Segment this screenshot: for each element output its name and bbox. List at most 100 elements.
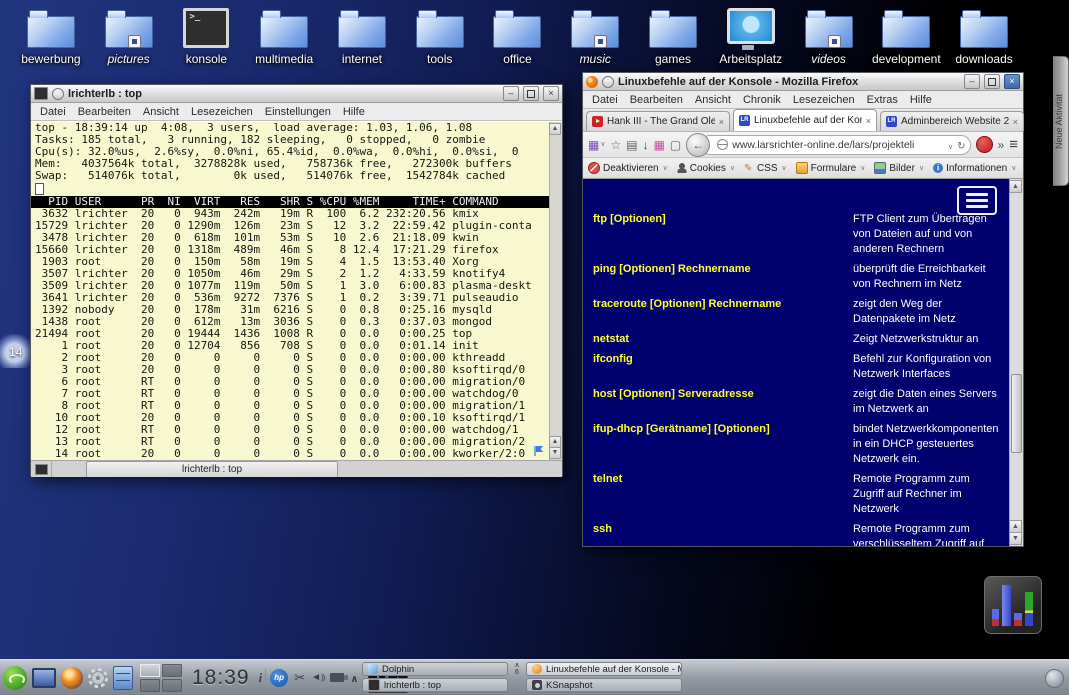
konsole-titlebar[interactable]: lrichterlb : top – × <box>31 85 562 103</box>
browser-tab[interactable]: Hank III - The Grand Ole ... × <box>586 111 730 131</box>
firefox-titlebar[interactable]: Linuxbefehle auf der Konsole - Mozilla F… <box>583 73 1023 91</box>
scroll-down-icon[interactable]: ▼ <box>1009 532 1022 545</box>
page-scrollbar[interactable]: ▲ ▲ ▼ <box>1009 179 1023 546</box>
usb-device-icon[interactable] <box>330 673 344 682</box>
menu-item[interactable]: Bearbeiten <box>73 106 136 118</box>
session-tab[interactable]: lrichterlb : top <box>86 461 338 477</box>
back-button[interactable]: ← <box>686 133 710 157</box>
browser-tab[interactable]: Adminbereich Website 2... × <box>880 111 1024 131</box>
tab-close-icon[interactable]: × <box>719 117 724 127</box>
menu-item[interactable]: Bearbeiten <box>625 94 688 106</box>
show-desktop-icon[interactable] <box>32 668 56 688</box>
system-load-chart-widget[interactable] <box>984 576 1042 634</box>
devtoolbar-menu[interactable]: Cookies <box>677 163 735 174</box>
menu-item[interactable]: Datei <box>587 94 623 106</box>
menu-item[interactable]: Hilfe <box>338 106 370 118</box>
maximize-button[interactable] <box>984 74 1000 89</box>
url-text[interactable]: www.larsrichter-online.de/lars/projektel… <box>732 139 943 151</box>
taskbar-window-button[interactable]: Dolphin <box>362 662 508 676</box>
overflow-chevron-icon[interactable] <box>998 136 1005 154</box>
taskbar-window-button[interactable]: KSnapshot <box>526 678 682 692</box>
page-nav-hamburger-button[interactable] <box>957 186 997 215</box>
site-identity-globe-icon[interactable] <box>717 139 728 150</box>
clipboard-button[interactable]: ▤ <box>626 139 637 151</box>
desktop-icon[interactable]: konsole <box>168 6 246 66</box>
menu-item[interactable]: Einstellungen <box>260 106 336 118</box>
chevron-up-icon[interactable]: ∧ <box>514 662 519 669</box>
browser-tab[interactable]: Linuxbefehle auf der Kon... × <box>733 109 877 131</box>
desktop-1-cell[interactable] <box>140 664 160 677</box>
desktop-4-cell[interactable] <box>162 679 182 692</box>
bookmark-star-button[interactable]: ☆ <box>610 139 621 151</box>
file-manager-icon[interactable] <box>113 666 133 690</box>
minimize-button[interactable]: – <box>503 86 519 101</box>
devtoolbar-menu[interactable]: CSS <box>744 163 787 174</box>
app-launcher-icon[interactable] <box>3 666 27 690</box>
window-pin-button[interactable] <box>52 88 64 100</box>
desktop-icon[interactable]: music <box>556 6 634 66</box>
trash-button[interactable]: ▢ <box>670 139 681 151</box>
desktop-icon[interactable]: tools <box>401 6 479 66</box>
klipper-scissors-icon[interactable] <box>294 669 305 687</box>
desktop-icon[interactable]: internet <box>323 6 401 66</box>
adblock-plus-button[interactable] <box>976 136 993 153</box>
reload-icon[interactable] <box>957 136 965 154</box>
menu-item[interactable]: Lesezeichen <box>788 94 860 106</box>
terminal-output-area[interactable]: top - 18:39:14 up 4:08, 3 users, load av… <box>31 121 562 460</box>
new-activity-side-tab[interactable]: Neue Aktivität <box>1053 56 1069 186</box>
devtoolbar-menu[interactable]: Formulare <box>796 162 866 174</box>
tray-collapse-icon[interactable] <box>350 669 358 687</box>
tab-close-icon[interactable]: × <box>1013 117 1018 127</box>
hp-tray-icon[interactable]: hp <box>270 669 288 687</box>
download-button[interactable]: ↓ <box>643 139 649 151</box>
volume-speaker-icon[interactable] <box>311 672 324 683</box>
devtoolbar-menu[interactable]: Bilder <box>874 162 924 174</box>
desktop-icon[interactable]: Arbeitsplatz <box>712 6 790 66</box>
minimize-button[interactable]: – <box>964 74 980 89</box>
desktop-2-cell[interactable] <box>162 664 182 677</box>
close-button[interactable]: × <box>1004 74 1020 89</box>
desktop-icon[interactable]: videos <box>790 6 868 66</box>
scroll-down-icon[interactable]: ▼ <box>549 447 561 459</box>
desktop-icon[interactable]: multimedia <box>245 6 323 66</box>
panel-toolbox-cashew[interactable] <box>1045 669 1064 688</box>
desktop-icon[interactable]: pictures <box>90 6 168 66</box>
url-bar[interactable]: www.larsrichter-online.de/lars/projektel… <box>700 135 970 155</box>
firefox-app-icon[interactable] <box>586 76 598 88</box>
desktop-icon[interactable]: downloads <box>945 6 1023 66</box>
menu-item[interactable]: Chronik <box>738 94 786 106</box>
maximize-button[interactable] <box>523 86 539 101</box>
menu-item[interactable]: Ansicht <box>690 94 736 106</box>
info-icon[interactable]: i <box>256 670 266 686</box>
close-button[interactable]: × <box>543 86 559 101</box>
taskbar-window-button[interactable]: Linuxbefehle auf der Konsole - Moz... <box>526 662 682 676</box>
devtoolbar-menu[interactable]: Deaktivieren <box>588 162 668 174</box>
window-pin-button[interactable] <box>602 76 614 88</box>
taskbar-window-button[interactable]: lrichterlb : top <box>362 678 508 692</box>
desktop-icon[interactable]: bewerbung <box>12 6 90 66</box>
firefox-launcher-icon[interactable] <box>61 667 83 689</box>
menu-item[interactable]: Ansicht <box>138 106 184 118</box>
menu-item[interactable]: Extras <box>862 94 903 106</box>
tasklist-scroll-spinner[interactable]: ∧ 6 <box>510 662 524 676</box>
new-session-button[interactable] <box>31 461 52 477</box>
desktop-3-cell[interactable] <box>140 679 160 692</box>
desktop-icon[interactable]: office <box>479 6 557 66</box>
devtoolbar-menu[interactable]: Informationen <box>933 163 1016 174</box>
settings-gear-icon[interactable] <box>88 668 108 688</box>
scrollbar-thumb[interactable] <box>1011 374 1022 453</box>
scroll-up-icon[interactable]: ▲ <box>549 123 561 135</box>
desktop-icon[interactable]: games <box>634 6 712 66</box>
desktop-icon[interactable]: development <box>867 6 945 66</box>
menu-item[interactable]: Lesezeichen <box>186 106 258 118</box>
konsole-app-icon[interactable] <box>34 87 48 100</box>
addon-grid-menu-button[interactable]: ▦ <box>588 139 605 151</box>
digital-clock[interactable]: 18:39 <box>192 666 250 690</box>
addon-grid-button[interactable]: ▦ <box>654 139 665 151</box>
firefox-menu-button[interactable] <box>1009 136 1018 154</box>
url-dropdown-icon[interactable] <box>947 136 953 154</box>
menu-item[interactable]: Datei <box>35 106 71 118</box>
tab-close-icon[interactable]: × <box>866 116 871 126</box>
scroll-up-icon[interactable]: ▲ <box>1009 180 1022 193</box>
terminal-scrollbar[interactable]: ▲ ▲ ▼ <box>549 122 562 460</box>
